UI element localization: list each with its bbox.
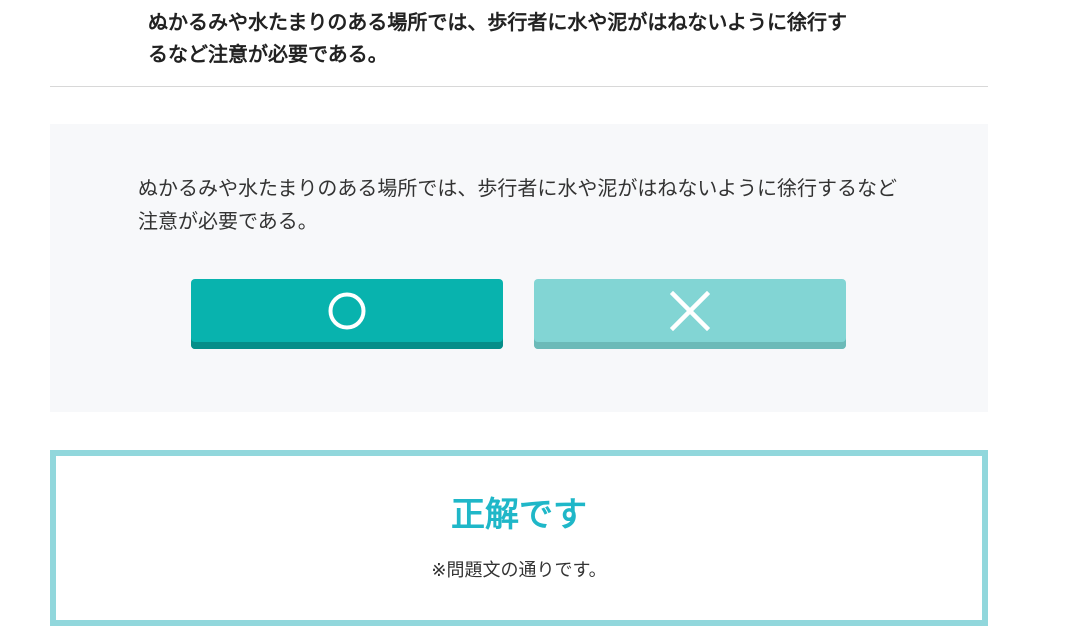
question-text: ぬかるみや水たまりのある場所では、歩行者に水や泥がはねないように徐行するなど注意…	[138, 176, 897, 233]
cross-icon	[670, 291, 710, 331]
quiz-page: ぬかるみや水たまりのある場所では、歩行者に水や泥がはねないように徐行するなど注意…	[0, 0, 1075, 638]
circle-icon	[328, 292, 366, 330]
quiz-panel: ぬかるみや水たまりのある場所では、歩行者に水や泥がはねないように徐行するなど注意…	[50, 124, 988, 412]
result-explanation: ※問題文の通りです。	[431, 560, 607, 581]
page-title: ぬかるみや水たまりのある場所では、歩行者に水や泥がはねないように徐行するなど注意…	[148, 10, 847, 66]
result-title: 正解です	[451, 495, 587, 535]
answer-false-button[interactable]	[534, 279, 846, 349]
divider	[50, 86, 988, 87]
answer-true-button[interactable]	[191, 279, 503, 349]
result-box: 正解です ※問題文の通りです。	[50, 450, 988, 626]
